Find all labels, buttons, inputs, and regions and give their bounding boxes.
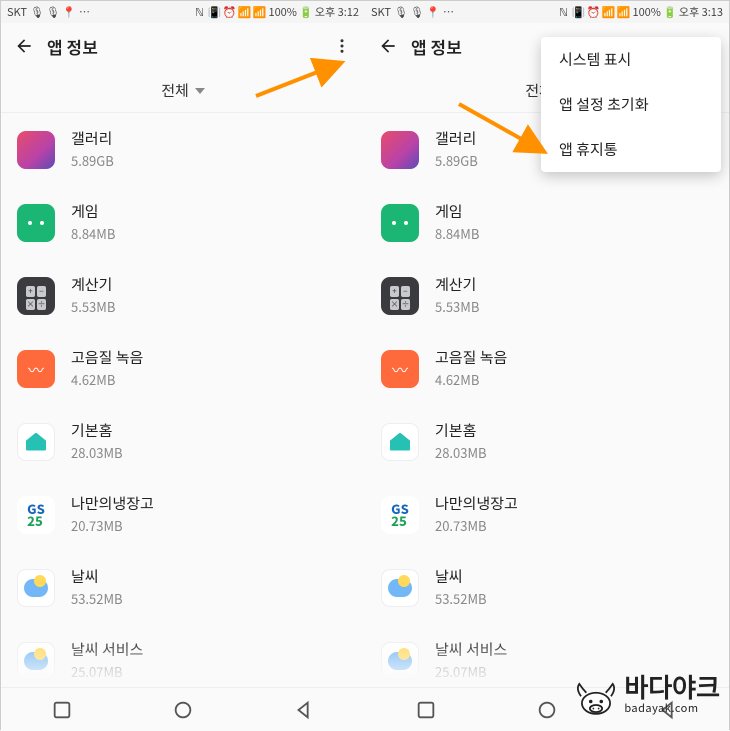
battery-icon: 🔋	[664, 6, 676, 18]
app-size: 8.84MB	[435, 224, 479, 243]
app-row[interactable]: 날씨 53.52MB	[365, 551, 729, 624]
voice-icon-2: 🎙	[47, 6, 59, 18]
location-icon: 📍	[427, 6, 439, 18]
alarm-icon: ⏰	[587, 6, 599, 18]
signal-icon: 📶	[617, 6, 629, 18]
app-name: 나만의냉장고	[71, 494, 154, 514]
app-name: 갤러리	[71, 129, 114, 149]
nav-recent-button[interactable]	[51, 699, 73, 721]
app-row[interactable]: 〰고음질 녹음4.62MB	[1, 332, 365, 405]
app-name: 계산기	[71, 275, 115, 295]
chevron-down-icon	[195, 88, 205, 94]
app-list[interactable]: 갤러리5.89GB게임8.84MB+−×÷계산기5.53MB〰고음질 녹음4.6…	[365, 113, 729, 687]
app-row[interactable]: +−×÷계산기5.53MB	[1, 259, 365, 332]
carrier-label: SKT	[371, 4, 391, 20]
app-size: 4.62MB	[435, 370, 507, 389]
menu-item-app-trash[interactable]: 앱 휴지통	[541, 127, 721, 172]
app-row[interactable]: GS25나만의냉장고20.73MB	[365, 478, 729, 551]
app-size: 53.52MB	[435, 589, 487, 608]
annotation-arrow-1	[252, 58, 348, 102]
app-size: 28.03MB	[435, 443, 487, 462]
location-icon: 📍	[63, 6, 75, 18]
app-row[interactable]: GS25나만의냉장고20.73MB	[1, 478, 365, 551]
filter-label: 전체	[161, 80, 189, 101]
app-size: 5.89GB	[71, 151, 114, 170]
time-label: 오후 3:13	[679, 4, 723, 20]
app-size: 5.53MB	[71, 297, 115, 316]
overflow-menu: 시스템 표시 앱 설정 초기화 앱 휴지통	[541, 37, 721, 172]
wifi-icon: 📶	[238, 6, 250, 18]
signal-icon: 📶	[253, 6, 265, 18]
battery-label: 100%	[632, 4, 660, 20]
app-size: 53.52MB	[71, 589, 123, 608]
app-row[interactable]: 갤러리 5.89GB	[1, 113, 365, 186]
screen-left: SKT 🎙 🎙 📍 ⋯ ℕ 📳 ⏰ 📶 📶 100% 🔋 오후 3:12	[1, 1, 365, 731]
status-bar: SKT 🎙 🎙 📍 ⋯ ℕ 📳 ⏰ 📶 📶 100% 🔋 오후 3:12	[1, 1, 365, 23]
app-name: 날씨	[435, 567, 487, 587]
vibrate-icon: 📳	[572, 6, 584, 18]
voice-icon: 🎙	[395, 6, 407, 18]
app-size: 8.84MB	[71, 224, 115, 243]
nav-recent-button[interactable]	[415, 699, 437, 721]
app-name: 고음질 녹음	[435, 348, 507, 368]
watermark-title: 바다야크	[624, 677, 720, 700]
menu-item-system-show[interactable]: 시스템 표시	[541, 37, 721, 82]
app-row[interactable]: 날씨 53.52MB	[1, 551, 365, 624]
vibrate-icon: 📳	[208, 6, 220, 18]
app-row[interactable]: 기본홈 28.03MB	[365, 405, 729, 478]
nav-home-button[interactable]	[172, 699, 194, 721]
nfc-icon: ℕ	[193, 6, 205, 18]
nfc-icon: ℕ	[557, 6, 569, 18]
wifi-icon: 📶	[602, 6, 614, 18]
menu-item-reset-prefs[interactable]: 앱 설정 초기화	[541, 82, 721, 127]
page-title: 앱 정보	[47, 34, 329, 59]
nav-home-button[interactable]	[536, 699, 558, 721]
app-name: 날씨 서비스	[71, 640, 143, 660]
overflow-dots: ⋯	[443, 4, 454, 20]
app-name: 날씨 서비스	[435, 640, 507, 660]
app-name: 계산기	[435, 275, 479, 295]
alarm-icon: ⏰	[223, 6, 235, 18]
battery-icon: 🔋	[300, 6, 312, 18]
app-row[interactable]: 게임 8.84MB	[365, 186, 729, 259]
back-button[interactable]	[375, 33, 401, 59]
time-label: 오후 3:12	[315, 4, 359, 20]
carrier-label: SKT	[7, 4, 27, 20]
app-name: 기본홈	[71, 421, 123, 441]
status-bar: SKT 🎙 🎙 📍 ⋯ ℕ 📳 ⏰ 📶 📶 100% 🔋 오후 3:13	[365, 1, 729, 23]
app-name: 나만의냉장고	[435, 494, 518, 514]
app-size: 4.62MB	[71, 370, 143, 389]
app-name: 게임	[435, 202, 479, 222]
watermark: 바다야크 badayak.com	[574, 677, 720, 716]
more-button[interactable]	[329, 33, 355, 59]
nav-back-button[interactable]	[293, 699, 315, 721]
annotation-arrow-2	[455, 100, 551, 160]
app-size: 20.73MB	[71, 516, 154, 535]
voice-icon: 🎙	[31, 6, 43, 18]
watermark-sub: badayak.com	[624, 700, 698, 716]
app-size: 5.53MB	[435, 297, 479, 316]
app-size: 28.03MB	[71, 443, 123, 462]
voice-icon-2: 🎙	[411, 6, 423, 18]
nav-bar	[1, 687, 365, 731]
overflow-dots: ⋯	[79, 4, 90, 20]
app-name: 고음질 녹음	[71, 348, 143, 368]
cow-icon	[574, 680, 618, 716]
battery-label: 100%	[268, 4, 296, 20]
app-row[interactable]: 기본홈 28.03MB	[1, 405, 365, 478]
app-size: 20.73MB	[435, 516, 518, 535]
app-row[interactable]: 〰고음질 녹음4.62MB	[365, 332, 729, 405]
app-size: 25.07MB	[435, 662, 507, 681]
app-row[interactable]: 게임 8.84MB	[1, 186, 365, 259]
back-button[interactable]	[11, 33, 37, 59]
app-row[interactable]: 날씨 서비스 25.07MB	[1, 624, 365, 687]
app-row[interactable]: +−×÷계산기5.53MB	[365, 259, 729, 332]
app-size: 25.07MB	[71, 662, 143, 681]
app-name: 게임	[71, 202, 115, 222]
app-name: 기본홈	[435, 421, 487, 441]
app-list[interactable]: 갤러리5.89GB게임8.84MB+−×÷계산기5.53MB〰고음질 녹음4.6…	[1, 113, 365, 687]
app-name: 날씨	[71, 567, 123, 587]
